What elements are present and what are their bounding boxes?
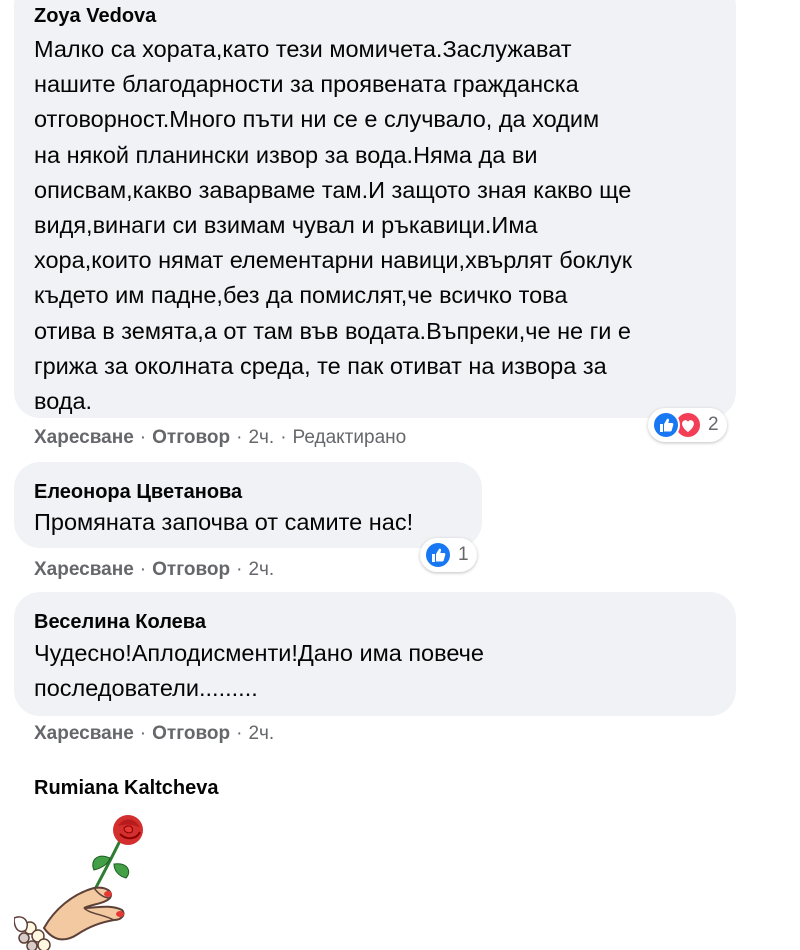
timestamp[interactable]: 2ч. xyxy=(248,559,274,580)
reaction-count: 2 xyxy=(708,414,719,435)
like-button[interactable]: Харесване xyxy=(34,723,134,744)
comments-thread: Zoya Vedova Малко са хората,като тези мо… xyxy=(0,0,800,950)
hand-holding-rose-sticker xyxy=(13,810,154,950)
like-button[interactable]: Харесване xyxy=(34,559,134,580)
comment-author[interactable]: Zoya Vedova xyxy=(34,4,156,28)
reply-button[interactable]: Отговор xyxy=(152,723,230,744)
separator: · xyxy=(236,427,243,448)
edited-label: Редактирано xyxy=(292,427,407,448)
reply-button[interactable]: Отговор xyxy=(152,427,230,448)
comment-author[interactable]: Rumiana Kaltcheva xyxy=(34,776,219,800)
comment-author[interactable]: Веселина Колева xyxy=(34,610,206,634)
comment-line: нашите благодарности за проявената гражд… xyxy=(34,71,579,98)
comment-actions: Харесване · Отговор · 2ч. xyxy=(34,558,274,582)
comment-actions: Харесване · Отговор · 2ч. xyxy=(34,722,274,746)
comment-text: Промяната започва от самите нас! xyxy=(34,505,413,540)
comment-line: вода. xyxy=(34,388,93,415)
separator: · xyxy=(139,427,147,448)
comment-text: Чудесно!Аплодисменти!Дано има повече пос… xyxy=(34,636,484,706)
comment-line: видя,винаги си взимам чувал и ръкавици.И… xyxy=(34,212,538,239)
reaction-summary[interactable]: 2 xyxy=(648,408,727,442)
timestamp[interactable]: 2ч. xyxy=(248,723,274,744)
separator: · xyxy=(236,723,243,744)
comment-line: отговорност.Много пъти ни се е случвало,… xyxy=(34,106,600,133)
comment-line: на някой планински извор за вода.Няма да… xyxy=(34,141,538,168)
separator: · xyxy=(236,559,243,580)
separator: · xyxy=(280,427,287,448)
comment-text: Малко са хората,като тези момичета.Заслу… xyxy=(34,32,632,419)
comment-line: Чудесно!Аплодисменти!Дано има повече xyxy=(34,640,484,666)
comment-line: Малко са хората,като тези момичета.Заслу… xyxy=(34,36,572,62)
comment-line: Промяната започва от самите нас! xyxy=(34,509,414,535)
comment-line: хора,които нямат елементарни навици,хвър… xyxy=(34,247,633,274)
comment-line: описвам,какво заварваме там.И защото зна… xyxy=(34,176,632,203)
comment-line: грижа за околната среда, те пак отиват н… xyxy=(34,352,607,379)
like-button[interactable]: Харесване xyxy=(34,427,134,448)
reaction-summary[interactable]: 1 xyxy=(420,538,477,572)
separator: · xyxy=(139,723,147,744)
timestamp[interactable]: 2ч. xyxy=(248,427,274,448)
comment-author[interactable]: Елеонора Цветанова xyxy=(34,480,242,504)
reply-button[interactable]: Отговор xyxy=(152,559,230,580)
separator: · xyxy=(139,559,147,580)
comment-line: последователи......... xyxy=(34,675,258,702)
like-icon xyxy=(424,541,452,569)
comment-line: отива в земята,а от там във водата.Въпре… xyxy=(34,317,631,344)
reaction-count: 1 xyxy=(458,544,469,565)
comment-actions: Харесване · Отговор · 2ч. · Редактирано xyxy=(34,426,406,450)
like-icon xyxy=(652,411,680,439)
comment-line: където им падне,без да помислят,че всичк… xyxy=(34,282,568,309)
